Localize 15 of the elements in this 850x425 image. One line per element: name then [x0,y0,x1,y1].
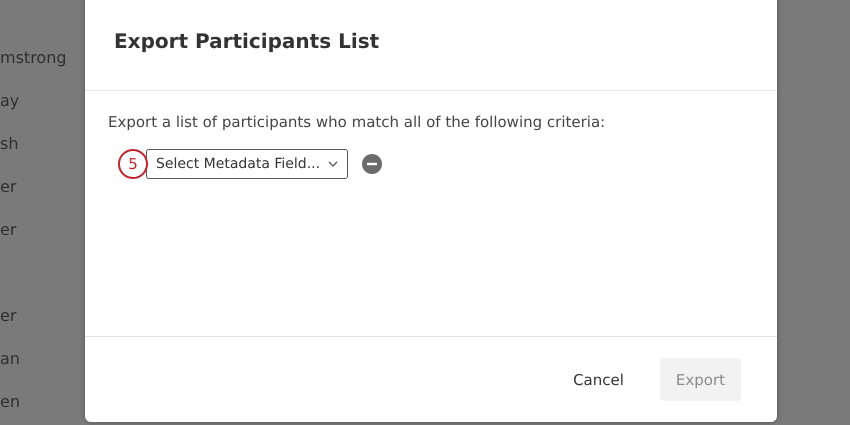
chevron-down-icon [328,161,338,167]
remove-icon[interactable] [362,154,382,174]
list-text: an [0,348,21,370]
metadata-field-dropdown[interactable]: Select Metadata Field... [146,149,348,179]
list-text: ay [0,90,20,112]
list-text: en [0,391,21,413]
dialog-title: Export Participants List [114,29,380,53]
cancel-button[interactable]: Cancel [557,358,640,401]
list-text: er [0,176,18,198]
list-text: er [0,305,18,327]
step-badge: 5 [118,149,148,179]
list-text: sh [0,133,20,155]
list-text: mstrong [0,47,67,69]
list-text: er [0,219,18,241]
dialog-description: Export a list of participants who match all of the following criteria: [108,113,606,131]
